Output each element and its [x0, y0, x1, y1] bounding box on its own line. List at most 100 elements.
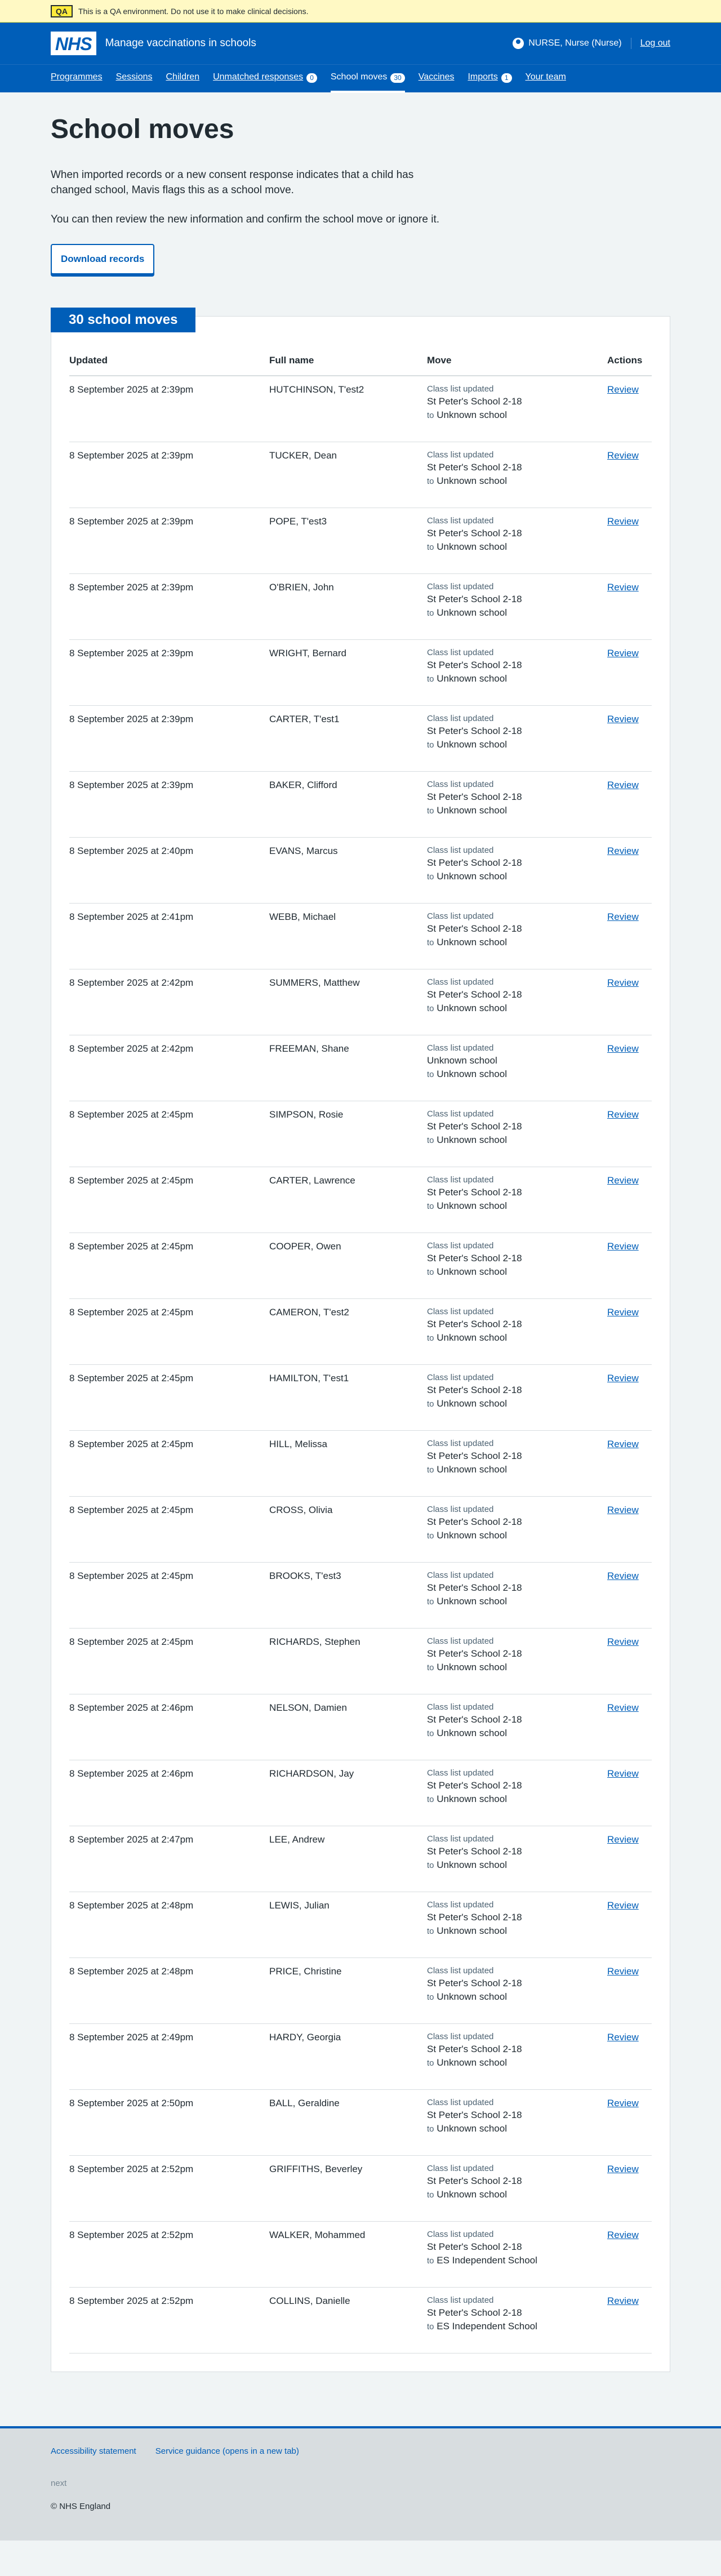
cell-full-name: SIMPSON, Rosie — [269, 1101, 427, 1167]
move-to: to Unknown school — [427, 1529, 607, 1542]
cell-full-name: CARTER, Lawrence — [269, 1167, 427, 1233]
qa-banner: QA This is a QA environment. Do not use … — [0, 0, 721, 23]
review-link[interactable]: Review — [607, 2230, 639, 2240]
move-to: to Unknown school — [427, 1858, 607, 1872]
brand[interactable]: NHS Manage vaccinations in schools — [51, 32, 256, 55]
move-source: Class list updated — [427, 1636, 494, 1646]
version-label: next — [51, 2478, 67, 2488]
school-moves-table: Updated Full name Move Actions 8 Septemb… — [69, 339, 652, 2353]
cell-move: Class list updated St Peter's School 2-18… — [427, 508, 607, 574]
column-header-move: Move — [427, 339, 607, 377]
cell-move: Class list updated St Peter's School 2-18… — [427, 1694, 607, 1760]
nav-item-children[interactable]: Children — [166, 65, 200, 93]
qa-tag: QA — [51, 5, 73, 17]
cell-move: Class list updated St Peter's School 2-18… — [427, 1760, 607, 1826]
nav-item-programmes[interactable]: Programmes — [51, 65, 103, 93]
download-records-button[interactable]: Download records — [51, 244, 155, 275]
review-link[interactable]: Review — [607, 1175, 639, 1186]
logout-button[interactable]: Log out — [640, 38, 670, 48]
service-name[interactable]: Manage vaccinations in schools — [105, 37, 256, 50]
cell-updated: 8 September 2025 at 2:45pm — [69, 1430, 269, 1497]
table-row: 8 September 2025 at 2:48pm LEWIS, Julian C… — [69, 1892, 652, 1958]
review-link[interactable]: Review — [607, 582, 639, 593]
review-link[interactable]: Review — [607, 1768, 639, 1779]
cell-move: Class list updated St Peter's School 2-18… — [427, 705, 607, 772]
move-source: Class list updated — [427, 1899, 494, 1910]
review-link[interactable]: Review — [607, 1043, 639, 1054]
review-link[interactable]: Review — [607, 2032, 639, 2043]
review-link[interactable]: Review — [607, 780, 639, 790]
nav-item-school-moves[interactable]: School moves 30 — [330, 65, 405, 93]
nav-item-sessions[interactable]: Sessions — [116, 65, 153, 93]
review-link[interactable]: Review — [607, 1307, 639, 1318]
move-from-school: St Peter's School 2-18 — [427, 1318, 522, 1329]
move-to-word: to — [427, 2255, 434, 2266]
move-source: Class list updated — [427, 647, 494, 657]
move-to-word: to — [427, 674, 434, 684]
move-source: Class list updated — [427, 1306, 494, 1316]
review-link[interactable]: Review — [607, 911, 639, 922]
move-to: to ES Independent School — [427, 2320, 607, 2333]
review-link[interactable]: Review — [607, 1636, 639, 1647]
review-link[interactable]: Review — [607, 846, 639, 856]
review-link[interactable]: Review — [607, 450, 639, 461]
accessibility-statement-link[interactable]: Accessibility statement — [51, 2446, 136, 2456]
move-from-school: St Peter's School 2-18 — [427, 923, 522, 934]
move-to-word: to — [427, 2321, 434, 2332]
review-link[interactable]: Review — [607, 1570, 639, 1581]
table-row: 8 September 2025 at 2:52pm WALKER, Mohamm… — [69, 2221, 652, 2288]
review-link[interactable]: Review — [607, 1505, 639, 1515]
move-from-school: St Peter's School 2-18 — [427, 527, 522, 539]
move-to-word: to — [427, 2190, 434, 2200]
move-source: Class list updated — [427, 911, 494, 921]
nhs-logo[interactable]: NHS — [51, 32, 96, 55]
review-link[interactable]: Review — [607, 1109, 639, 1120]
cell-actions: Review — [607, 1298, 652, 1365]
move-to-word: to — [427, 871, 434, 882]
cell-actions: Review — [607, 2089, 652, 2156]
move-to-word: to — [427, 1201, 434, 1211]
review-link[interactable]: Review — [607, 2295, 639, 2306]
review-link[interactable]: Review — [607, 648, 639, 659]
review-link[interactable]: Review — [607, 2164, 639, 2174]
move-from-school: St Peter's School 2-18 — [427, 1516, 522, 1527]
cell-actions: Review — [607, 1167, 652, 1233]
review-link[interactable]: Review — [607, 2098, 639, 2108]
cell-updated: 8 September 2025 at 2:39pm — [69, 705, 269, 772]
move-to-word: to — [427, 542, 434, 552]
move-source: Class list updated — [427, 450, 494, 460]
review-link[interactable]: Review — [607, 977, 639, 988]
move-to: to Unknown school — [427, 540, 607, 554]
review-link[interactable]: Review — [607, 516, 639, 527]
move-from-school: St Peter's School 2-18 — [427, 857, 522, 868]
move-from-school: St Peter's School 2-18 — [427, 1779, 522, 1791]
review-link[interactable]: Review — [607, 1900, 639, 1911]
table-row: 8 September 2025 at 2:48pm PRICE, Christi… — [69, 1957, 652, 2024]
move-from-school: St Peter's School 2-18 — [427, 1252, 522, 1263]
nav-item-unmatched-responses[interactable]: Unmatched responses 0 — [213, 65, 317, 93]
review-link[interactable]: Review — [607, 384, 639, 395]
move-to: to Unknown school — [427, 936, 607, 949]
move-from-school: Unknown school — [427, 1055, 497, 1066]
table-row: 8 September 2025 at 2:39pm HUTCHINSON, T'… — [69, 376, 652, 442]
nav-item-your-team[interactable]: Your team — [526, 65, 566, 93]
review-link[interactable]: Review — [607, 1702, 639, 1713]
review-link[interactable]: Review — [607, 1373, 639, 1383]
review-link[interactable]: Review — [607, 714, 639, 724]
review-link[interactable]: Review — [607, 1966, 639, 1977]
move-to-word: to — [427, 1069, 434, 1079]
service-guidance-link[interactable]: Service guidance (opens in a new tab) — [155, 2446, 299, 2456]
cell-updated: 8 September 2025 at 2:52pm — [69, 2287, 269, 2353]
move-to-school: Unknown school — [437, 1398, 507, 1409]
review-link[interactable]: Review — [607, 1439, 639, 1449]
nav-item-imports[interactable]: Imports 1 — [468, 65, 512, 93]
move-to-word: to — [427, 1531, 434, 1541]
nav-item-vaccines[interactable]: Vaccines — [419, 65, 455, 93]
cell-full-name: WALKER, Mohammed — [269, 2221, 427, 2288]
cell-move: Class list updated St Peter's School 2-18… — [427, 1430, 607, 1497]
cell-updated: 8 September 2025 at 2:39pm — [69, 639, 269, 706]
move-to-word: to — [427, 2058, 434, 2068]
review-link[interactable]: Review — [607, 1834, 639, 1845]
review-link[interactable]: Review — [607, 1241, 639, 1252]
move-to-school: Unknown school — [437, 2123, 507, 2134]
